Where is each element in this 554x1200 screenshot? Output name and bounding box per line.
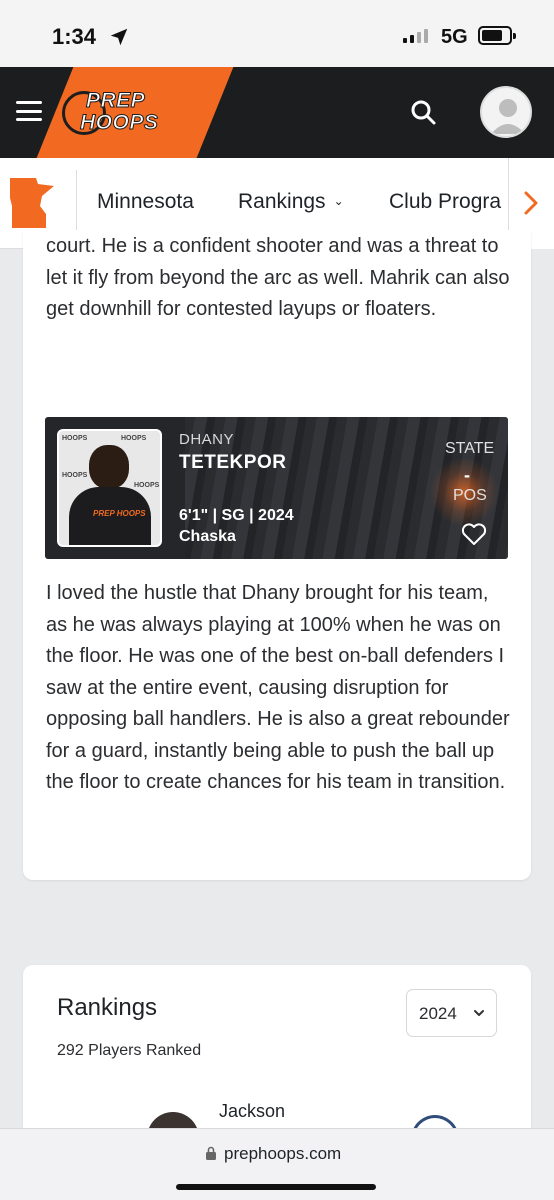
browser-url-bar[interactable]: prephoops.com: [0, 1128, 554, 1200]
state-rank-label: STATE: [445, 440, 495, 457]
url-text: prephoops.com: [224, 1144, 342, 1163]
year-select-value: 2024: [419, 1004, 457, 1023]
photo-backdrop-text: HOOPS: [121, 435, 147, 442]
player-photo: HOOPS HOOPS HOOPS HOOPS PREP HOOPS: [57, 429, 162, 547]
minnesota-state-icon[interactable]: [8, 176, 56, 230]
player-first-name: DHANY: [179, 431, 235, 448]
chevron-down-icon: ⌄: [333, 194, 344, 208]
heart-icon[interactable]: [461, 522, 487, 546]
ranked-player-name[interactable]: Jackson: [219, 1101, 285, 1122]
player-school: Chaska: [179, 528, 236, 545]
subnav-item-rankings[interactable]: Rankings ⌄: [238, 190, 344, 214]
location-arrow-icon: [110, 28, 128, 46]
logo-text-prep: PREP: [85, 89, 146, 113]
status-bar: 1:34 5G: [0, 0, 554, 67]
player-last-name: TETEKPOR: [179, 452, 287, 473]
hamburger-menu-icon[interactable]: [16, 101, 42, 121]
subnav-item-club-programs[interactable]: Club Progra: [389, 190, 501, 214]
article-paragraph: I loved the hustle that Dhany brought fo…: [46, 582, 510, 793]
subnav-rankings-label: Rankings: [238, 190, 326, 213]
status-time: 1:34: [52, 24, 97, 49]
position-rank-label: POS: [453, 487, 487, 504]
network-label: 5G: [441, 26, 468, 48]
player-card[interactable]: HOOPS HOOPS HOOPS HOOPS PREP HOOPS DHANY…: [45, 417, 508, 559]
article-card: court. He is a confident shooter and was…: [23, 230, 531, 880]
state-rank-value: -: [464, 465, 470, 485]
chevron-right-icon: [524, 191, 538, 215]
photo-backdrop-text: HOOPS: [62, 472, 88, 479]
year-select[interactable]: 2024: [406, 989, 497, 1037]
logo-text-hoops: HOOPS: [79, 111, 159, 135]
player-meta: 6'1" | SG | 2024: [179, 507, 294, 524]
chevron-down-icon: [474, 1010, 484, 1016]
signal-icon: [403, 29, 428, 43]
user-avatar[interactable]: [480, 86, 532, 138]
home-indicator: [176, 1184, 376, 1190]
prephoops-logo[interactable]: PREP HOOPS: [60, 89, 172, 137]
photo-backdrop-text: HOOPS: [62, 435, 88, 442]
site-header: PREP HOOPS: [0, 67, 554, 158]
subnav-item-minnesota[interactable]: Minnesota: [97, 190, 194, 214]
article-paragraph: court. He is a confident shooter and was…: [46, 235, 510, 320]
rankings-title: Rankings: [57, 994, 158, 1021]
battery-icon: [478, 26, 516, 45]
subnav-divider: [76, 170, 77, 237]
search-icon[interactable]: [408, 97, 440, 129]
rankings-count: 292 Players Ranked: [57, 1042, 202, 1059]
photo-shirt-logo: PREP HOOPS: [93, 509, 146, 518]
photo-backdrop-text: HOOPS: [134, 482, 160, 489]
lock-icon: [206, 1146, 216, 1160]
